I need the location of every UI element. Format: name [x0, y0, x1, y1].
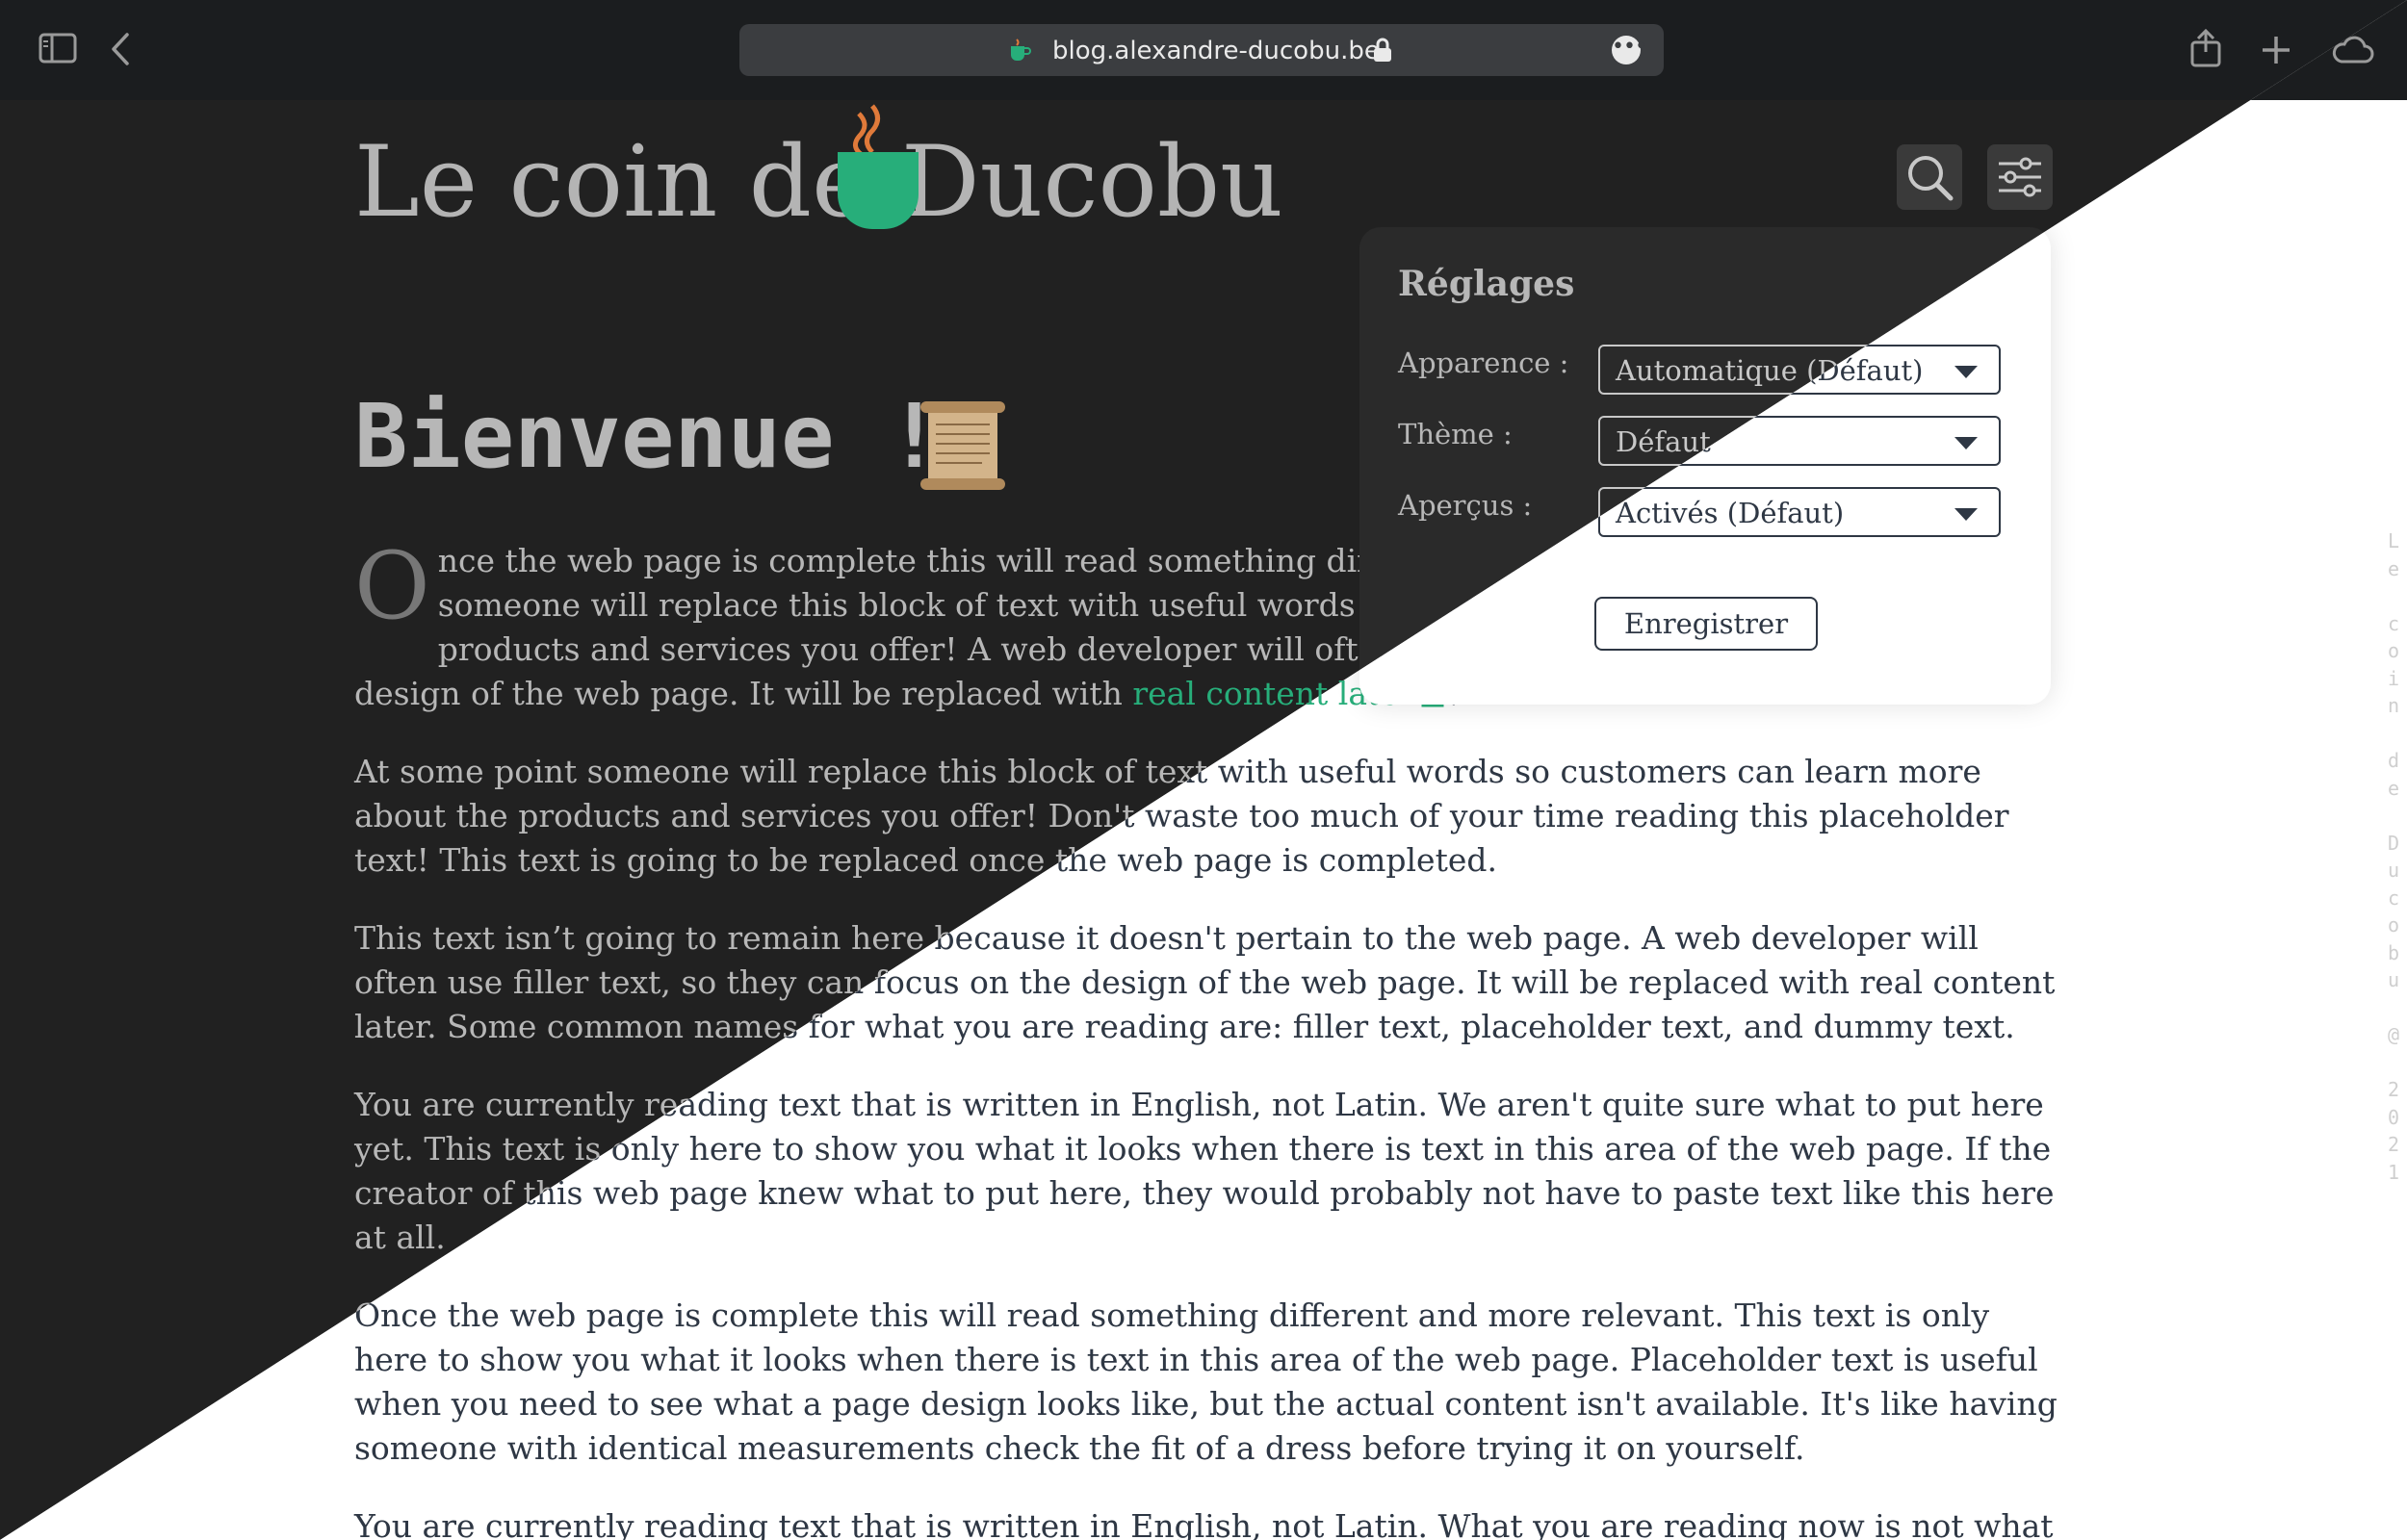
search-button[interactable]: [1897, 144, 1962, 210]
back-icon[interactable]: [110, 33, 131, 65]
save-button[interactable]: Enregistrer: [1594, 597, 1818, 651]
paragraph-6: You are currently reading text that is w…: [354, 1507, 2054, 1540]
settings-button[interactable]: [1987, 144, 2053, 210]
url-text: blog.alexandre-ducobu.be: [1052, 37, 1380, 65]
paragraph-5: Once the web page is complete this will …: [354, 1296, 2058, 1467]
vertical-site-signature: L e c o i n d e D u c o b u @ 2 0 2 1: [2387, 529, 2400, 1184]
new-tab-icon[interactable]: [2261, 35, 2291, 65]
browser-window: blog.alexandre-ducobu.be ••• Le coin de: [0, 0, 2407, 1540]
page-menu-button[interactable]: •••: [1612, 36, 1647, 64]
chevron-down-icon: [1954, 366, 1978, 378]
drop-cap: O: [354, 532, 430, 640]
search-icon: [1908, 156, 1954, 201]
settings-title: Réglages: [1398, 264, 1575, 304]
scroll-emoji-icon: [920, 401, 1005, 490]
previews-select[interactable]: Activés (Défaut): [1598, 487, 2001, 537]
coffee-cup-logo-icon: [838, 104, 919, 229]
address-bar[interactable]: blog.alexandre-ducobu.be •••: [739, 24, 1664, 76]
chevron-down-icon: [1954, 437, 1978, 449]
sliders-icon: [1999, 157, 2041, 197]
theme-label: Thème :: [1398, 418, 1513, 450]
lock-icon: [1374, 38, 1391, 62]
browser-toolbar: blog.alexandre-ducobu.be •••: [0, 0, 2407, 100]
page-title: Bienvenue !: [354, 385, 942, 488]
share-icon[interactable]: [2189, 29, 2222, 67]
site-favicon-icon: [1011, 38, 1031, 61]
theme-value: Défaut: [1616, 425, 1711, 458]
appearance-label: Apparence :: [1398, 346, 1569, 379]
previews-value: Activés (Défaut): [1616, 497, 1845, 529]
site-logo[interactable]: Le coin de Ducobu: [354, 125, 1283, 240]
sidebar-icon[interactable]: [39, 33, 77, 65]
chevron-down-icon: [1954, 508, 1978, 521]
previews-label: Aperçus :: [1398, 489, 1533, 522]
